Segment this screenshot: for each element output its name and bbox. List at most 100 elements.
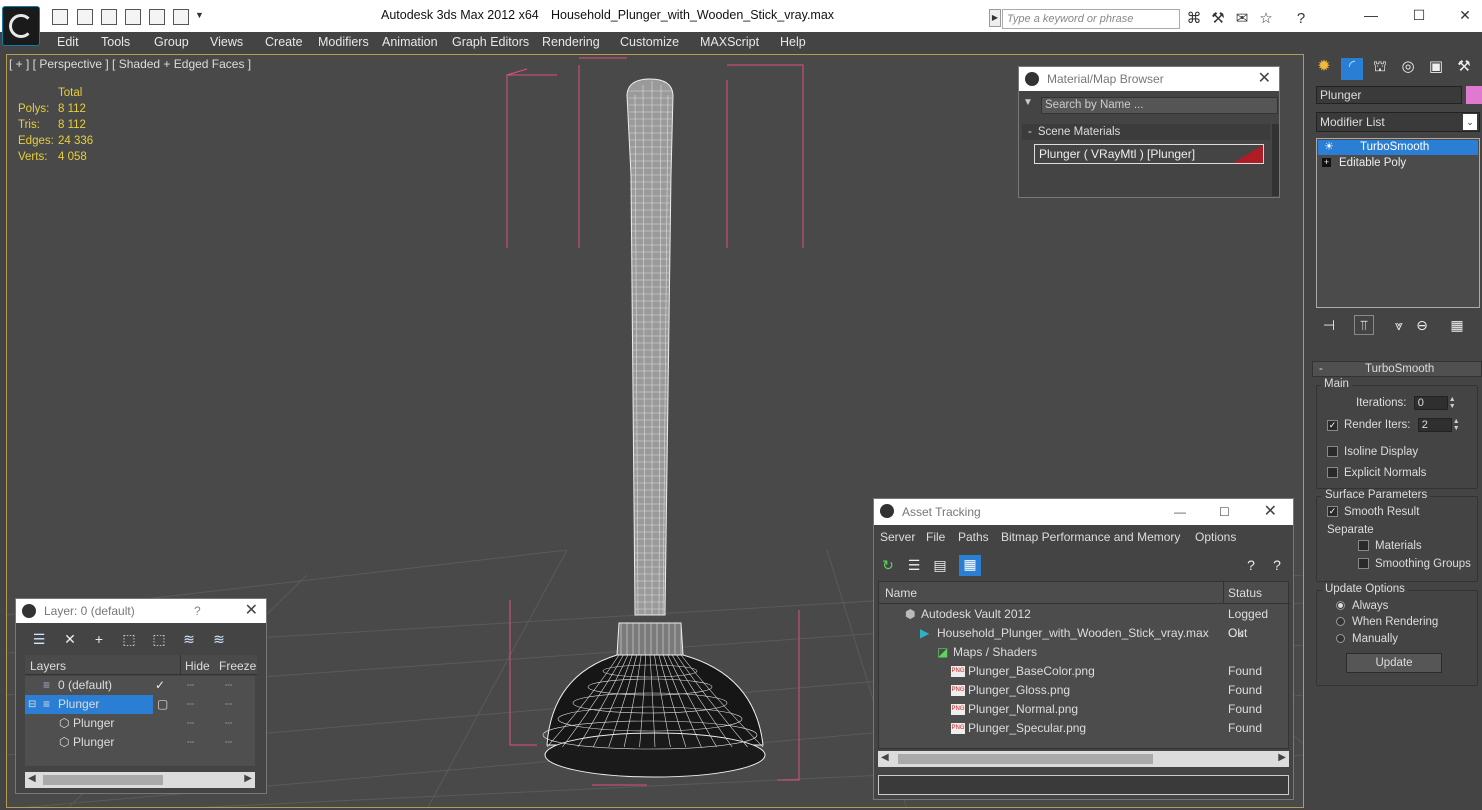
menu-options[interactable]: Options [1195,530,1236,544]
scroll-right-icon[interactable]: ▶ [1278,752,1286,763]
expand-icon[interactable]: + [1322,158,1331,167]
always-radio[interactable] [1336,601,1345,611]
scroll-left-icon[interactable]: ◀ [881,752,889,763]
column-status[interactable]: Status [1228,586,1262,600]
refresh-icon[interactable]: ↻ [879,556,897,574]
hide-toggle-icon[interactable]: ┄ [187,733,194,752]
help-icon[interactable]: ? [194,599,201,623]
wrench-icon[interactable]: ⚒ [1209,10,1227,28]
viewport-label[interactable]: [ + ] [ Perspective ] [ Shaded + Edged F… [9,57,251,71]
asset-row-gloss[interactable]: PNG Plunger_Gloss.png Found [879,681,1290,700]
search-input[interactable]: Type a keyword or phrase [1002,9,1180,29]
hide-toggle-icon[interactable]: ┄ [187,676,194,695]
rollout-toggle[interactable]: - [1319,362,1323,376]
column-name[interactable]: Name [885,586,917,600]
material-item[interactable]: Plunger ( VRayMtl ) [Plunger] [1034,144,1264,164]
menu-help[interactable]: Help [780,35,806,49]
collapse-icon[interactable]: ⊟ [28,695,36,714]
make-unique-icon[interactable]: ⩔ [1390,316,1408,334]
modifier-list-dropdown[interactable]: Modifier List ⌄ [1316,112,1480,132]
communication-center-icon[interactable]: ✉ [1233,10,1251,28]
scroll-thumb[interactable] [43,775,163,785]
open-icon[interactable] [101,9,117,25]
save-icon[interactable] [77,9,93,25]
material-browser-titlebar[interactable]: Material/Map Browser ✕ [1019,67,1279,91]
lightbulb-icon[interactable]: ☀ [1324,140,1334,153]
scene-materials-header[interactable]: - Scene Materials [1022,124,1270,140]
update-button[interactable]: Update [1346,653,1442,673]
stack-item-turbosmooth[interactable]: ☀ TurboSmooth [1318,140,1478,155]
display-tab-icon[interactable]: ▣ [1425,58,1447,80]
freeze-all-icon[interactable]: ≋ [210,630,228,648]
modify-tab-icon[interactable]: ◜ [1341,58,1363,80]
menu-customize[interactable]: Customize [620,35,679,49]
explicit-normals-checkbox[interactable] [1327,467,1338,479]
freeze-toggle-icon[interactable]: ┄ [225,695,232,714]
menu-graph-editors[interactable]: Graph Editors [452,35,529,49]
smoothing-groups-checkbox[interactable] [1358,558,1369,570]
menu-file[interactable]: File [926,530,945,544]
column-layers[interactable]: Layers [30,659,66,673]
binoculars-icon[interactable]: ⌘ [1185,10,1203,28]
asset-row-normal[interactable]: PNG Plunger_Normal.png Found [879,700,1290,719]
favorites-star-icon[interactable]: ☆ [1257,10,1275,28]
list-view-icon[interactable]: ☰ [905,556,923,574]
browser-options-icon[interactable]: ▼ [1023,97,1033,108]
object-color-swatch[interactable] [1466,86,1482,104]
project-folder-icon[interactable] [125,9,141,25]
layer-row-plunger[interactable]: ⊟ ≡ Plunger ▢ ┄ ┄ [25,695,255,714]
menu-tools[interactable]: Tools [101,35,130,49]
materials-checkbox[interactable] [1358,540,1369,552]
maximize-button[interactable]: ☐ [1219,499,1230,525]
pin-stack-icon[interactable]: ⊣ [1320,316,1338,334]
isoline-checkbox[interactable] [1327,446,1338,458]
scroll-right-icon[interactable]: ▶ [244,773,252,784]
freeze-toggle-icon[interactable]: ┄ [225,714,232,733]
asset-tracking-titlebar[interactable]: Asset Tracking — ☐ ✕ [874,499,1293,525]
chevron-down-icon[interactable]: ⌄ [1463,114,1477,130]
remove-modifier-icon[interactable]: ⊖ [1413,316,1431,334]
close-icon[interactable]: ✕ [1264,499,1277,525]
new-file-icon[interactable] [52,9,68,25]
render-iters-checkbox[interactable]: ✓ [1327,419,1338,431]
hide-toggle-icon[interactable]: ┄ [187,714,194,733]
hide-toggle-icon[interactable]: ┄ [187,695,194,714]
menu-paths[interactable]: Paths [958,530,989,544]
thumbnail-view-icon[interactable]: ▤ [931,556,949,574]
close-button[interactable]: ✕ [1450,6,1480,24]
configure-sets-icon[interactable]: ▦ [1448,316,1466,334]
maximize-button[interactable]: ☐ [1404,6,1434,24]
menu-edit[interactable]: Edit [57,35,79,49]
asset-row-specular[interactable]: PNG Plunger_Specular.png Found [879,719,1290,738]
menu-views[interactable]: Views [210,35,243,49]
spinner-arrows-icon[interactable]: ▲ ▼ [1452,418,1461,432]
minimize-button[interactable]: — [1356,6,1386,24]
utilities-tab-icon[interactable]: ⚒ [1453,58,1475,80]
app-logo-icon[interactable] [2,6,40,46]
manually-radio[interactable] [1336,634,1345,644]
column-hide[interactable]: Hide [185,659,210,673]
object-name-field[interactable]: Plunger [1316,86,1462,104]
create-tab-icon[interactable]: ✹ [1313,58,1335,80]
new-layer-icon[interactable]: ☰ [30,630,48,648]
object-row[interactable]: ⬡ Plunger ┄ ┄ [25,714,255,733]
smooth-result-checkbox[interactable]: ✓ [1327,506,1338,518]
make-current-icon[interactable]: ▢ [157,695,168,714]
active-layer-check-icon[interactable]: ✓ [155,676,165,695]
menu-bitmap-performance[interactable]: Bitmap Performance and Memory [1001,530,1180,544]
help-icon[interactable]: ? [1292,10,1310,28]
browser-scrollbar[interactable] [1272,124,1279,196]
show-end-result-icon[interactable]: ⫪ [1354,315,1374,335]
close-icon[interactable]: ✕ [1258,67,1271,91]
motion-tab-icon[interactable]: ◎ [1397,58,1419,80]
turbosmooth-rollout-header[interactable]: - TurboSmooth [1312,361,1482,377]
help-icon[interactable]: ? [1242,556,1260,574]
undo-icon[interactable] [149,9,165,25]
layer-window-titlebar[interactable]: Layer: 0 (default) ? ✕ [16,599,266,623]
minimize-button[interactable]: — [1174,499,1186,525]
menu-group[interactable]: Group [154,35,189,49]
layer-horizontal-scrollbar[interactable]: ◀ ▶ [25,772,255,788]
menu-maxscript[interactable]: MAXScript [700,35,759,49]
menu-rendering[interactable]: Rendering [542,35,600,49]
redo-icon[interactable] [173,9,189,25]
